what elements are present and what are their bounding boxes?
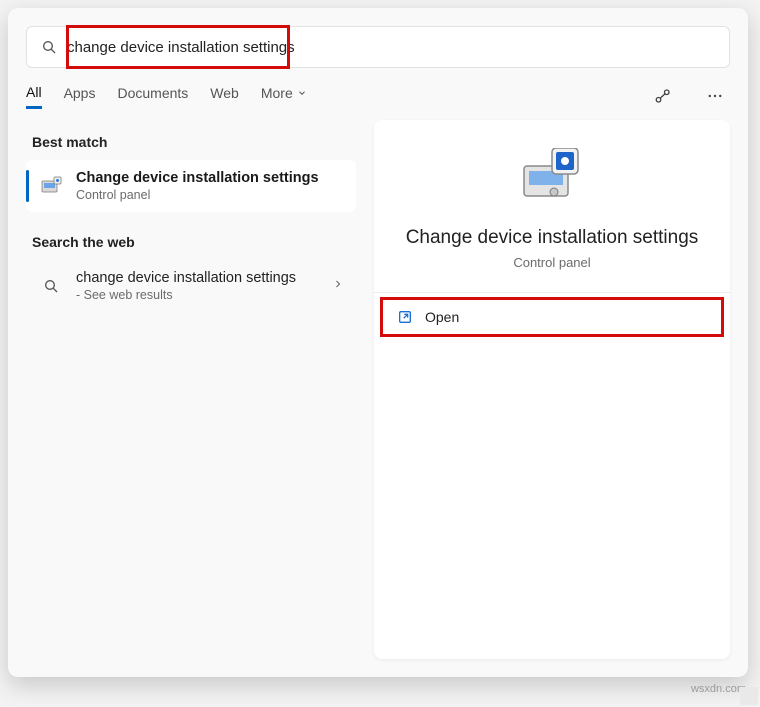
web-result-item[interactable]: change device installation settings - Se… <box>26 260 356 312</box>
preview-title: Change device installation settings <box>374 227 730 249</box>
search-input[interactable] <box>67 39 715 56</box>
tab-all[interactable]: All <box>26 84 42 109</box>
search-web-heading: Search the web <box>32 234 350 250</box>
search-bar[interactable] <box>26 26 730 68</box>
open-label: Open <box>425 309 459 325</box>
search-icon <box>41 39 57 55</box>
more-options-button[interactable] <box>700 81 730 111</box>
tab-more-label: More <box>261 85 293 101</box>
chevron-right-icon <box>332 277 344 295</box>
ellipsis-icon <box>706 87 724 105</box>
tab-more[interactable]: More <box>261 85 307 107</box>
preview-panel: Change device installation settings Cont… <box>374 120 730 659</box>
open-action[interactable]: Open <box>383 300 721 334</box>
best-match-title: Change device installation settings <box>76 170 319 186</box>
best-match-item[interactable]: Change device installation settings Cont… <box>26 160 356 212</box>
tab-apps[interactable]: Apps <box>64 85 96 107</box>
web-result-text: change device installation settings - Se… <box>76 270 296 302</box>
best-match-heading: Best match <box>32 134 350 150</box>
best-match-text: Change device installation settings Cont… <box>76 170 319 202</box>
tab-documents[interactable]: Documents <box>117 85 188 107</box>
results-body: Best match Change device installation se… <box>26 120 730 659</box>
web-result-subtitle: - See web results <box>76 288 296 302</box>
open-icon <box>397 309 413 325</box>
web-result-title: change device installation settings <box>76 270 296 286</box>
search-icon <box>38 278 64 294</box>
scrollbar-corner <box>740 687 758 705</box>
best-match-subtitle: Control panel <box>76 188 319 202</box>
network-icon <box>654 87 672 105</box>
watermark: wsxdn.com <box>691 683 746 695</box>
chevron-down-icon <box>297 88 307 98</box>
control-panel-hero-icon <box>520 148 584 209</box>
preview-subtitle: Control panel <box>374 255 730 270</box>
results-list: Best match Change device installation se… <box>26 120 356 659</box>
apps-connector-button[interactable] <box>648 81 678 111</box>
tab-web[interactable]: Web <box>210 85 239 107</box>
highlight-open-action: Open <box>380 297 724 337</box>
control-panel-icon <box>38 173 64 199</box>
filter-tabs: All Apps Documents Web More <box>26 82 730 110</box>
divider <box>374 292 730 293</box>
search-panel: All Apps Documents Web More Best match C… <box>8 8 748 677</box>
